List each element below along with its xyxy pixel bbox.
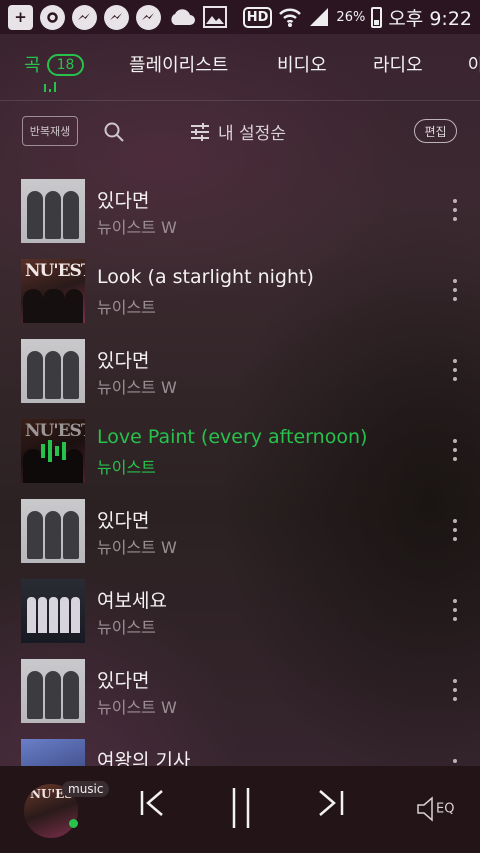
sort-label: 내 설정순 [218, 124, 286, 144]
song-artist: 뉴이스트 [97, 298, 156, 317]
more-options-icon[interactable] [452, 679, 458, 701]
song-row[interactable]: 여보세요뉴이스트 [0, 570, 480, 650]
tab-videos[interactable]: 비디오 [277, 51, 327, 77]
wifi-icon [279, 8, 302, 27]
now-playing-indicator-icon [44, 82, 56, 92]
album-art [21, 659, 85, 723]
playing-dot [69, 819, 78, 828]
album-art [21, 339, 85, 403]
sliders-icon [191, 122, 209, 141]
song-title: 있다면 [97, 670, 150, 692]
more-options-icon[interactable] [452, 519, 458, 541]
tab-more[interactable]: 아 [468, 51, 480, 77]
more-options-icon[interactable] [452, 759, 458, 766]
hd-voice-icon: HD [242, 6, 273, 28]
song-row[interactable]: 있다면뉴이스트 W [0, 330, 480, 410]
list-toolbar: 반복재생 내 설정순 편집 [0, 116, 480, 152]
edit-label: 편집 [424, 124, 447, 139]
album-art: NU'EST [21, 259, 85, 323]
image-icon [203, 6, 227, 28]
album-art [21, 179, 85, 243]
song-artist: 뉴이스트 [97, 618, 156, 637]
add-icon: + [8, 4, 33, 30]
song-title: 여보세요 [97, 590, 167, 612]
now-playing-bars-icon [21, 419, 85, 483]
song-row[interactable]: 여왕의 기사 [0, 730, 480, 766]
song-row[interactable]: NU'EST Love Paint (every afternoon) 뉴이스트 [0, 410, 480, 490]
more-options-icon[interactable] [452, 439, 458, 461]
song-title: Love Paint (every afternoon) [97, 426, 368, 448]
song-row[interactable]: 있다면뉴이스트 W [0, 170, 480, 250]
battery-icon [371, 6, 383, 28]
previous-icon[interactable] [138, 788, 168, 818]
tab-radio[interactable]: 라디오 [373, 51, 423, 77]
next-icon[interactable] [316, 788, 346, 818]
song-artist: 뉴이스트 W [97, 218, 177, 237]
song-artist: 뉴이스트 [97, 458, 156, 477]
song-title: 있다면 [97, 350, 150, 372]
song-row[interactable]: 있다면뉴이스트 W [0, 650, 480, 730]
messenger-icon [136, 4, 161, 30]
pause-icon[interactable] [228, 786, 254, 830]
more-options-icon[interactable] [452, 599, 458, 621]
song-row[interactable]: 있다면뉴이스트 W [0, 490, 480, 570]
messenger-icon [104, 4, 129, 30]
song-title: 있다면 [97, 190, 150, 212]
song-title: 있다면 [97, 510, 150, 532]
edit-button[interactable]: 편집 [414, 119, 457, 143]
more-options-icon[interactable] [452, 199, 458, 221]
tab-bar: 곡 18 플레이리스트 비디오 라디오 아 [0, 34, 480, 101]
album-art: NU'EST [21, 419, 85, 483]
repeat-play-label: 반복재생 [29, 125, 71, 138]
song-count-badge: 18 [46, 54, 85, 76]
song-artist: 뉴이스트 W [97, 538, 177, 557]
tab-songs[interactable]: 곡 18 [24, 51, 85, 77]
equalizer-button[interactable]: EQ [416, 796, 454, 822]
speaker-icon [417, 796, 433, 822]
eq-label: EQ [436, 801, 455, 817]
song-artist: 뉴이스트 W [97, 378, 177, 397]
player-tag: music [62, 781, 110, 797]
song-list: 있다면뉴이스트 WNU'ESTLook (a starlight night)뉴… [0, 170, 480, 766]
signal-icon [310, 8, 329, 26]
tab-playlists[interactable]: 플레이리스트 [129, 51, 228, 77]
song-row[interactable]: NU'EST Look (a starlight night) 뉴이스트 [0, 250, 480, 330]
cloud-icon [171, 9, 195, 25]
tab-label: 곡 [24, 55, 41, 76]
mini-player: NU'EST music EQ [0, 766, 480, 853]
camera-icon [40, 4, 65, 30]
messenger-icon [72, 4, 97, 30]
album-art [21, 739, 85, 766]
repeat-play-button[interactable]: 반복재생 [22, 116, 78, 146]
song-title: Look (a starlight night) [97, 266, 314, 288]
album-art [21, 579, 85, 643]
album-art [21, 499, 85, 563]
song-artist: 뉴이스트 W [97, 698, 177, 717]
search-icon[interactable] [103, 121, 125, 143]
sort-button[interactable]: 내 설정순 [190, 119, 286, 144]
clock: 오후 9:22 [388, 7, 472, 30]
song-title: 여왕의 기사 [97, 750, 191, 766]
battery-percent: 26% [336, 9, 366, 25]
status-bar: + HD 26% 오후 9:22 [0, 0, 480, 34]
more-options-icon[interactable] [452, 279, 458, 301]
more-options-icon[interactable] [452, 359, 458, 381]
